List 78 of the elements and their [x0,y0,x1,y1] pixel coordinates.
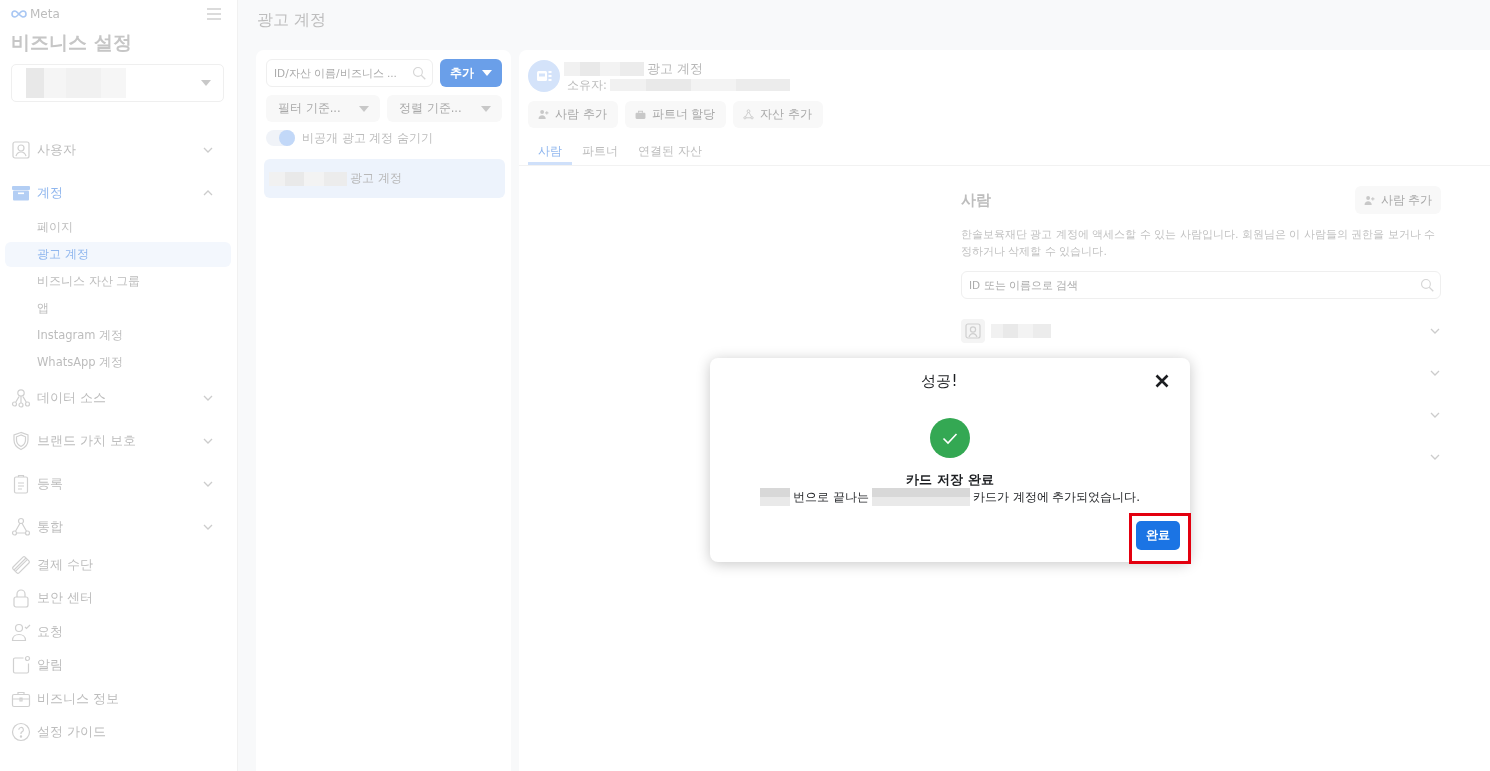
add-person-button[interactable]: 사람 추가 [1355,186,1441,214]
sidebar-item[interactable]: 알림 [0,648,237,682]
shield-icon [11,430,31,451]
filter-dropdown[interactable]: 필터 기준... [266,95,380,122]
toggle-label: 비공개 광고 계정 숨기기 [302,130,433,146]
tab[interactable]: 사람 [528,140,572,165]
person-add-icon [1363,194,1375,206]
lock-icon [11,588,31,609]
business-dropdown[interactable] [11,64,224,102]
notification-square-icon [11,655,31,676]
dialog-title: 성공! [921,371,958,392]
triangle-nodes-icon [11,516,31,537]
caret-icon [201,80,211,86]
search-icon [1420,278,1434,292]
sidebar-title: 비즈니스 설정 [10,30,133,55]
sidebar-subitem[interactable]: Instagram 계정 [5,323,231,348]
infinity-logo-icon [11,9,27,19]
sidebar-subitem[interactable]: 비즈니스 자산 그룹 [5,269,231,294]
menu-icon[interactable] [207,8,221,20]
account-name: 광고 계정 [647,60,704,77]
tab[interactable]: 파트너 [572,140,628,165]
brand-name: Meta [30,7,60,21]
person-frame-icon [961,319,985,343]
owner-label: 소유자: [567,77,607,92]
chevron-down-icon[interactable] [1430,328,1440,334]
ad-account-item[interactable]: 광고 계정 [264,159,505,198]
item-name: 광고 계정 [350,171,402,186]
sidebar-item[interactable]: 요청 [0,615,237,649]
success-check-icon [930,418,970,458]
account-avatar-icon [528,60,560,92]
chevron-down-icon[interactable] [1430,454,1440,460]
person-frame-icon [11,139,31,160]
done-button[interactable]: 완료 [1136,521,1180,550]
connected-nodes-icon [11,387,31,408]
dialog-heading: 카드 저장 완료 [906,471,994,488]
sidebar-item[interactable]: 보안 센터 [0,581,237,615]
close-button[interactable] [1155,374,1169,388]
page-title: 광고 계정 [256,9,328,31]
clipboard-icon [11,473,31,494]
close-icon [1155,374,1169,388]
filter-dropdown[interactable]: 정렬 기준... [387,95,502,122]
caret-icon [359,105,369,112]
sidebar-item[interactable]: 계정 [0,171,237,214]
search-field[interactable]: ID/자산 이름/비즈니스 ... [266,59,433,87]
sidebar-item[interactable]: 결제 수단 [0,548,237,582]
add-button[interactable]: 추가 [440,59,502,87]
chevron-down-icon[interactable] [1430,412,1440,418]
dialog-message: 카드가 계정에 추가되었습니다. [972,488,1141,506]
sidebar-item[interactable]: 데이터 소스 [0,376,237,419]
sidebar-subitem[interactable]: 광고 계정 [5,242,231,267]
sidebar-subitem[interactable]: 페이지 [5,215,231,240]
chevron-down-icon[interactable] [1430,370,1440,376]
dialog-message: 번으로 끝나는 [792,488,869,506]
person-check-icon [11,621,31,642]
sidebar-item[interactable]: 비즈니스 정보 [0,682,237,716]
sidebar-subitem[interactable]: WhatsApp 계정 [5,350,231,375]
search-icon [412,66,426,80]
sidebar-item[interactable]: 브랜드 가치 보호 [0,419,237,462]
section-title: 사람 [961,190,991,210]
person-add-icon [538,109,549,120]
credit-card-icon [11,554,31,575]
help-icon [11,722,31,743]
redacted-block [759,488,790,506]
sidebar-subitem[interactable]: 앱 [5,296,231,321]
tab[interactable]: 연결된 자산 [628,140,712,165]
sidebar-item[interactable]: 통합 [0,505,237,548]
triangle-nodes-icon [743,109,755,120]
search-field[interactable]: ID 또는 이름으로 검색 [961,271,1441,299]
sidebar-item[interactable]: 설정 가이드 [0,715,237,749]
caret-icon [482,70,492,76]
toolbox-icon [634,109,646,120]
toggle-switch[interactable] [266,130,295,146]
caret-icon [481,105,491,112]
action-button[interactable]: 자산 추가 [733,101,823,128]
sidebar-item[interactable]: 사용자 [0,128,237,171]
sidebar-item[interactable]: 등록 [0,462,237,505]
action-button[interactable]: 사람 추가 [528,101,618,128]
action-button[interactable]: 파트너 할당 [624,101,727,128]
